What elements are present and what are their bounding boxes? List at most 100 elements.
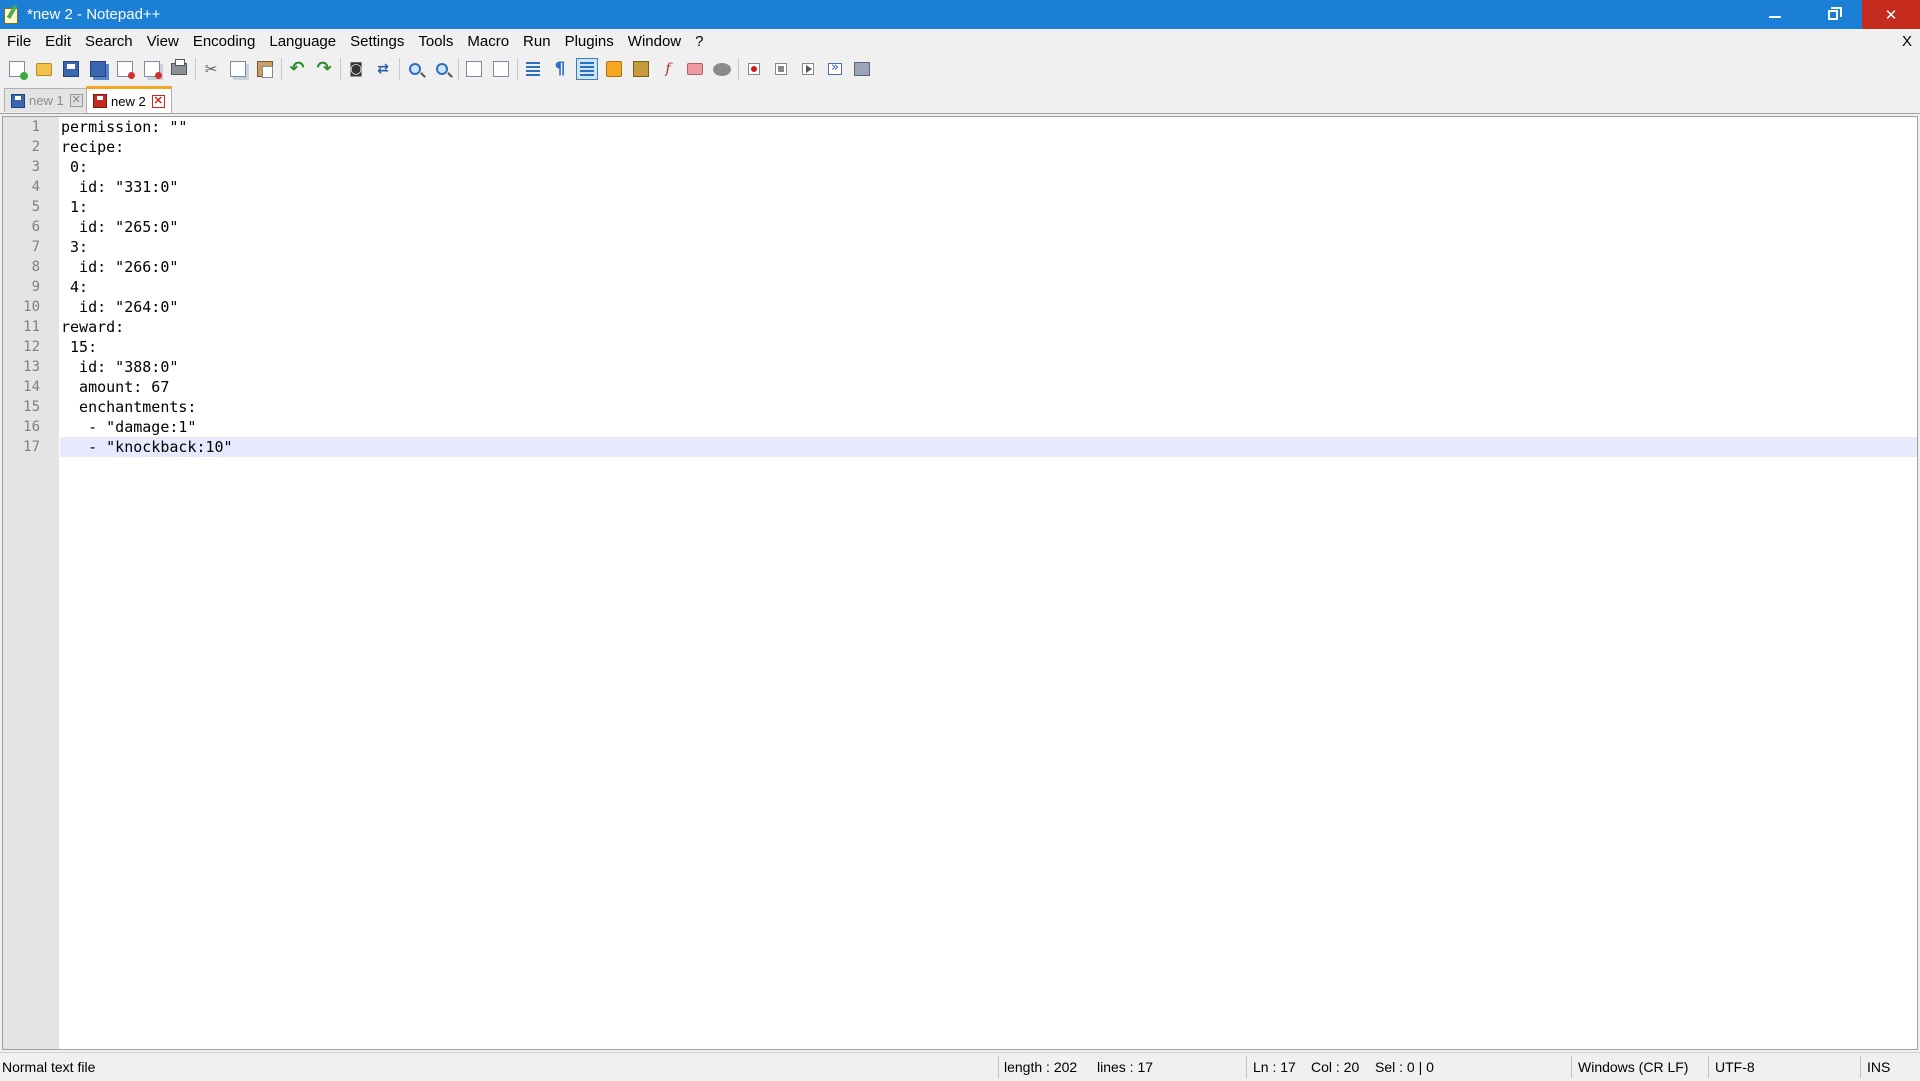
tab-new-1[interactable]: new 1 ✕ — [4, 88, 90, 112]
code-line[interactable]: id: "266:0" — [60, 257, 1917, 277]
sync-horizontal-button[interactable] — [490, 58, 512, 80]
restore-icon — [1828, 6, 1842, 20]
code-line[interactable]: id: "388:0" — [60, 357, 1917, 377]
toolbar: ✂ ↶ ↷ ◙ ⇄ ¶ f — [0, 54, 1920, 84]
code-line[interactable]: id: "264:0" — [60, 297, 1917, 317]
status-eol: Windows (CR LF) — [1578, 1059, 1689, 1075]
replace-button[interactable]: ⇄ — [372, 58, 394, 80]
find-icon: ◙ — [349, 61, 363, 77]
code-line[interactable]: - "damage:1" — [60, 417, 1917, 437]
code-line[interactable]: - "knockback:10" — [60, 437, 1917, 457]
paste-icon — [257, 61, 273, 78]
print-button[interactable] — [168, 58, 190, 80]
line-numbers: 1 2 3 4 5 6 7 8 9 10 11 12 13 14 15 16 17 — [3, 117, 40, 457]
toolbar-separator — [281, 58, 282, 80]
tab-bar: new 1 ✕ new 2 ✕ — [0, 86, 1920, 114]
code-line[interactable]: 4: — [60, 277, 1917, 297]
close-all-button[interactable] — [141, 58, 163, 80]
close-button[interactable] — [114, 58, 136, 80]
cut-button[interactable]: ✂ — [200, 58, 222, 80]
zoom-in-button[interactable] — [404, 58, 426, 80]
new-file-button[interactable] — [6, 58, 28, 80]
code-line[interactable]: id: "331:0" — [60, 177, 1917, 197]
menu-help[interactable]: ? — [688, 29, 710, 54]
minimize-button[interactable] — [1746, 0, 1804, 29]
stop-recording-icon — [775, 63, 787, 75]
record-macro-button[interactable] — [743, 58, 765, 80]
code-line[interactable]: recipe: — [60, 137, 1917, 157]
line-number: 13 — [23, 359, 40, 375]
menu-file[interactable]: File — [0, 29, 38, 54]
menu-language[interactable]: Language — [262, 29, 343, 54]
undo-button[interactable]: ↶ — [286, 58, 308, 80]
save-button[interactable] — [60, 58, 82, 80]
line-number: 11 — [23, 319, 40, 335]
close-document-button[interactable]: X — [1902, 29, 1912, 54]
menu-plugins[interactable]: Plugins — [558, 29, 621, 54]
zoom-out-button[interactable] — [431, 58, 453, 80]
code-line[interactable]: 1: — [60, 197, 1917, 217]
document-map-button[interactable] — [630, 58, 652, 80]
save-all-icon — [90, 61, 106, 77]
paste-button[interactable] — [254, 58, 276, 80]
replace-icon: ⇄ — [377, 61, 389, 77]
monitoring-button[interactable] — [711, 58, 733, 80]
menu-macro[interactable]: Macro — [460, 29, 516, 54]
menu-encoding[interactable]: Encoding — [186, 29, 263, 54]
menu-edit[interactable]: Edit — [38, 29, 78, 54]
code-line[interactable]: reward: — [60, 317, 1917, 337]
folder-as-workspace-button[interactable] — [684, 58, 706, 80]
open-file-icon — [36, 62, 52, 76]
line-number: 9 — [31, 279, 40, 295]
show-all-characters-button[interactable]: ¶ — [549, 58, 571, 80]
tab-close-icon[interactable]: ✕ — [69, 94, 83, 107]
function-list-icon: f — [665, 61, 671, 77]
find-button[interactable]: ◙ — [345, 58, 367, 80]
redo-button[interactable]: ↷ — [313, 58, 335, 80]
save-macro-button[interactable] — [851, 58, 873, 80]
toolbar-separator — [195, 58, 196, 80]
line-number: 4 — [31, 179, 40, 195]
tab-close-icon[interactable]: ✕ — [151, 94, 165, 108]
save-all-button[interactable] — [87, 58, 109, 80]
status-length: length : 202 — [1004, 1059, 1078, 1075]
code-line[interactable]: permission: "" — [60, 117, 1917, 137]
restore-button[interactable] — [1804, 0, 1862, 29]
line-number: 5 — [31, 199, 40, 215]
close-window-button[interactable]: ✕ — [1862, 0, 1920, 29]
line-number: 15 — [23, 399, 40, 415]
function-list-button[interactable]: f — [657, 58, 679, 80]
tab-new-2[interactable]: new 2 ✕ — [86, 86, 172, 113]
indent-guide-button[interactable] — [576, 58, 598, 80]
code-line[interactable]: id: "265:0" — [60, 217, 1917, 237]
code-line[interactable]: amount: 67 — [60, 377, 1917, 397]
open-file-button[interactable] — [33, 58, 55, 80]
stop-recording-button[interactable] — [770, 58, 792, 80]
document-map-icon — [633, 61, 649, 77]
word-wrap-button[interactable] — [522, 58, 544, 80]
cut-icon: ✂ — [204, 60, 218, 78]
saved-file-icon — [11, 93, 25, 108]
code-line[interactable]: 3: — [60, 237, 1917, 257]
playback-macro-button[interactable] — [797, 58, 819, 80]
code-line[interactable]: 0: — [60, 157, 1917, 177]
line-number: 1 — [31, 119, 40, 135]
text-editor[interactable]: 1 2 3 4 5 6 7 8 9 10 11 12 13 14 15 16 17 permission: ""… — [2, 116, 1918, 1050]
status-divider — [1246, 1056, 1247, 1078]
code-line[interactable]: 15: — [60, 337, 1917, 357]
code-area[interactable]: permission: "" recipe: 0: id: "331:0" 1: … — [60, 117, 1917, 457]
menu-run[interactable]: Run — [516, 29, 558, 54]
indent-guide-icon — [580, 62, 594, 76]
code-line[interactable]: enchantments: — [60, 397, 1917, 417]
menu-window[interactable]: Window — [621, 29, 688, 54]
menu-view[interactable]: View — [140, 29, 186, 54]
status-divider — [1708, 1056, 1709, 1078]
run-macro-multiple-button[interactable] — [824, 58, 846, 80]
user-defined-language-button[interactable] — [603, 58, 625, 80]
sync-vertical-button[interactable] — [463, 58, 485, 80]
copy-button[interactable] — [227, 58, 249, 80]
menu-tools[interactable]: Tools — [411, 29, 460, 54]
menu-settings[interactable]: Settings — [343, 29, 411, 54]
menu-search[interactable]: Search — [78, 29, 140, 54]
zoom-out-icon — [436, 63, 448, 75]
